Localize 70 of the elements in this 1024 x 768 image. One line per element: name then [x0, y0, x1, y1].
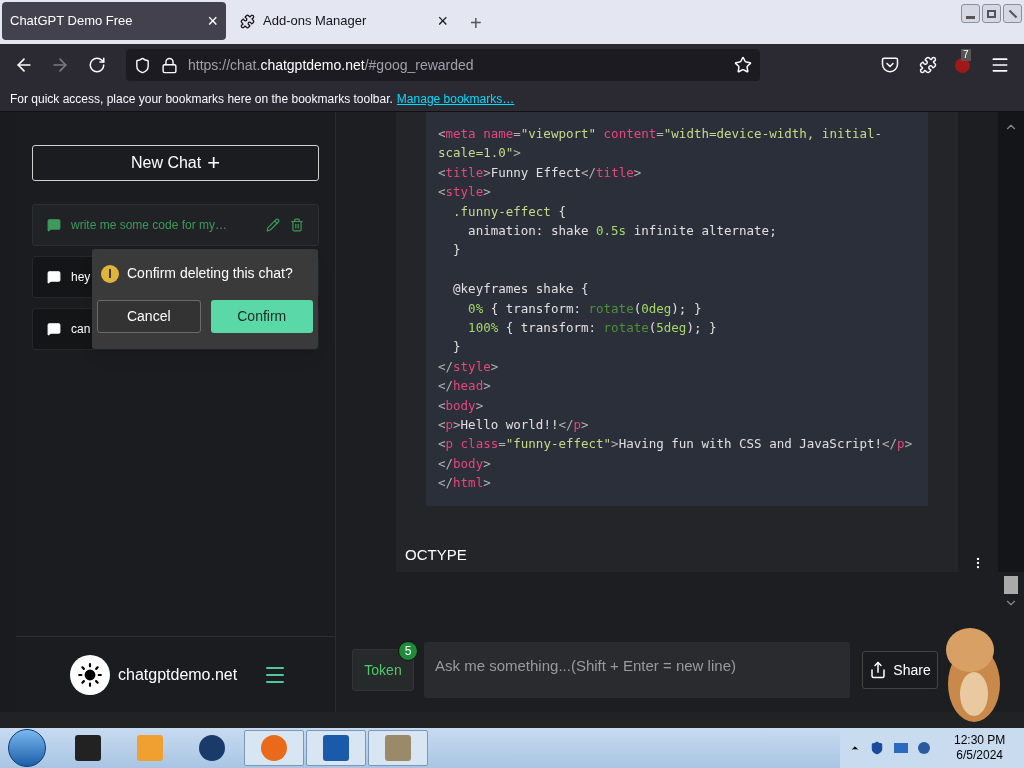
pocket-icon[interactable]	[881, 56, 899, 74]
confirm-message: Confirm deleting this chat?	[127, 264, 293, 283]
reload-icon[interactable]	[88, 56, 106, 74]
shield-icon[interactable]	[134, 56, 151, 74]
lock-icon[interactable]	[161, 56, 178, 74]
tab-title: ChatGPT Demo Free	[10, 12, 134, 31]
logo-icon	[70, 654, 110, 695]
edit-icon[interactable]	[266, 218, 280, 232]
clock-time: 12:30 PM	[954, 733, 1006, 748]
code-line: }	[452, 339, 461, 355]
menu-icon[interactable]	[990, 55, 1010, 75]
code-line: </style>	[438, 358, 499, 374]
code-line: <meta name="viewport" content="width=device-width, initial-	[438, 126, 883, 141]
code-line: <p class="funny-effect">Having fun with CSS and JavaScript!</p>	[438, 436, 913, 452]
volume-icon[interactable]	[918, 742, 930, 754]
share-button[interactable]: Share	[862, 651, 938, 689]
chat-title: hey	[71, 269, 91, 286]
code-line: animation: shake 0.5s infinite alternate;	[467, 223, 777, 239]
code-line: 100% { transform: rotate(5deg); }	[467, 320, 717, 336]
code-line: .funny-effect {	[452, 203, 566, 219]
bookmark-star-icon[interactable]	[734, 56, 752, 74]
code-line: <title>Funny Effect</title>	[438, 164, 642, 180]
cancel-button[interactable]: Cancel	[97, 300, 201, 333]
close-tab-button[interactable]: ×	[207, 12, 218, 30]
manage-bookmarks-link[interactable]: Manage bookmarks…	[396, 89, 515, 108]
tray-expand-icon[interactable]	[850, 743, 860, 753]
start-button[interactable]	[8, 729, 46, 767]
confirm-button[interactable]: Confirm	[210, 300, 313, 333]
new-tab-button[interactable]: +	[462, 8, 490, 38]
code-line: <p>Hello world!!</p>	[438, 417, 589, 433]
extension-badge: 7	[961, 48, 971, 61]
extensions-icon[interactable]	[919, 56, 937, 74]
chat-item[interactable]: write me some code for my…	[32, 204, 319, 246]
chat-bubble-icon	[47, 218, 61, 232]
code-line: <body>	[438, 397, 484, 413]
chat-title: write me some code for my…	[71, 217, 228, 234]
code-line: 0% { transform: rotate(0deg); }	[467, 300, 702, 316]
browser-tab[interactable]: ChatGPT Demo Free ×	[2, 2, 226, 40]
code-line: </head>	[438, 378, 491, 394]
restore-button[interactable]	[982, 4, 1001, 23]
scrollbar-thumb[interactable]	[1004, 576, 1018, 594]
browser-tab[interactable]: Add-ons Manager ×	[232, 2, 456, 40]
code-line: </body>	[438, 455, 491, 471]
warning-icon	[101, 264, 119, 283]
tab-title: Add-ons Manager	[263, 12, 368, 31]
puzzle-icon	[240, 13, 255, 29]
share-icon	[869, 661, 888, 679]
url-text: https://chat.chatgptdemo.net/#goog_rewarded	[188, 55, 475, 75]
new-chat-button[interactable]: New Chat +	[32, 145, 319, 181]
shield-icon[interactable]	[870, 741, 884, 755]
code-line: </html>	[438, 475, 491, 491]
chat-bubble-icon	[47, 270, 61, 284]
clock-date: 6/5/2024	[956, 748, 1004, 763]
delete-icon[interactable]	[290, 218, 304, 232]
taskbar-app-icon[interactable]	[306, 730, 366, 766]
close-button[interactable]	[1003, 4, 1022, 23]
chat-title: can	[71, 321, 91, 338]
code-line: }	[452, 242, 461, 258]
close-tab-button[interactable]: ×	[437, 12, 448, 30]
code-line: <style>	[438, 184, 491, 200]
chat-bubble-icon	[47, 322, 61, 336]
minimize-button[interactable]	[961, 4, 980, 23]
message-input[interactable]: Ask me something...(Shift + Enter = new line)	[424, 642, 850, 698]
message-text: OCTYPE	[405, 544, 467, 565]
token-count-badge: 5	[398, 641, 418, 661]
bookmarks-hint: For quick access, place your bookmarks here on the bookmarks toolbar.	[10, 90, 393, 108]
address-bar[interactable]: https://chat.chatgptdemo.net/#goog_rewarded	[126, 49, 760, 81]
site-name: chatgptdemo.net	[118, 664, 238, 685]
code-line: @keyframes shake {	[452, 281, 589, 297]
code-line: scale=1.0">	[438, 145, 521, 161]
